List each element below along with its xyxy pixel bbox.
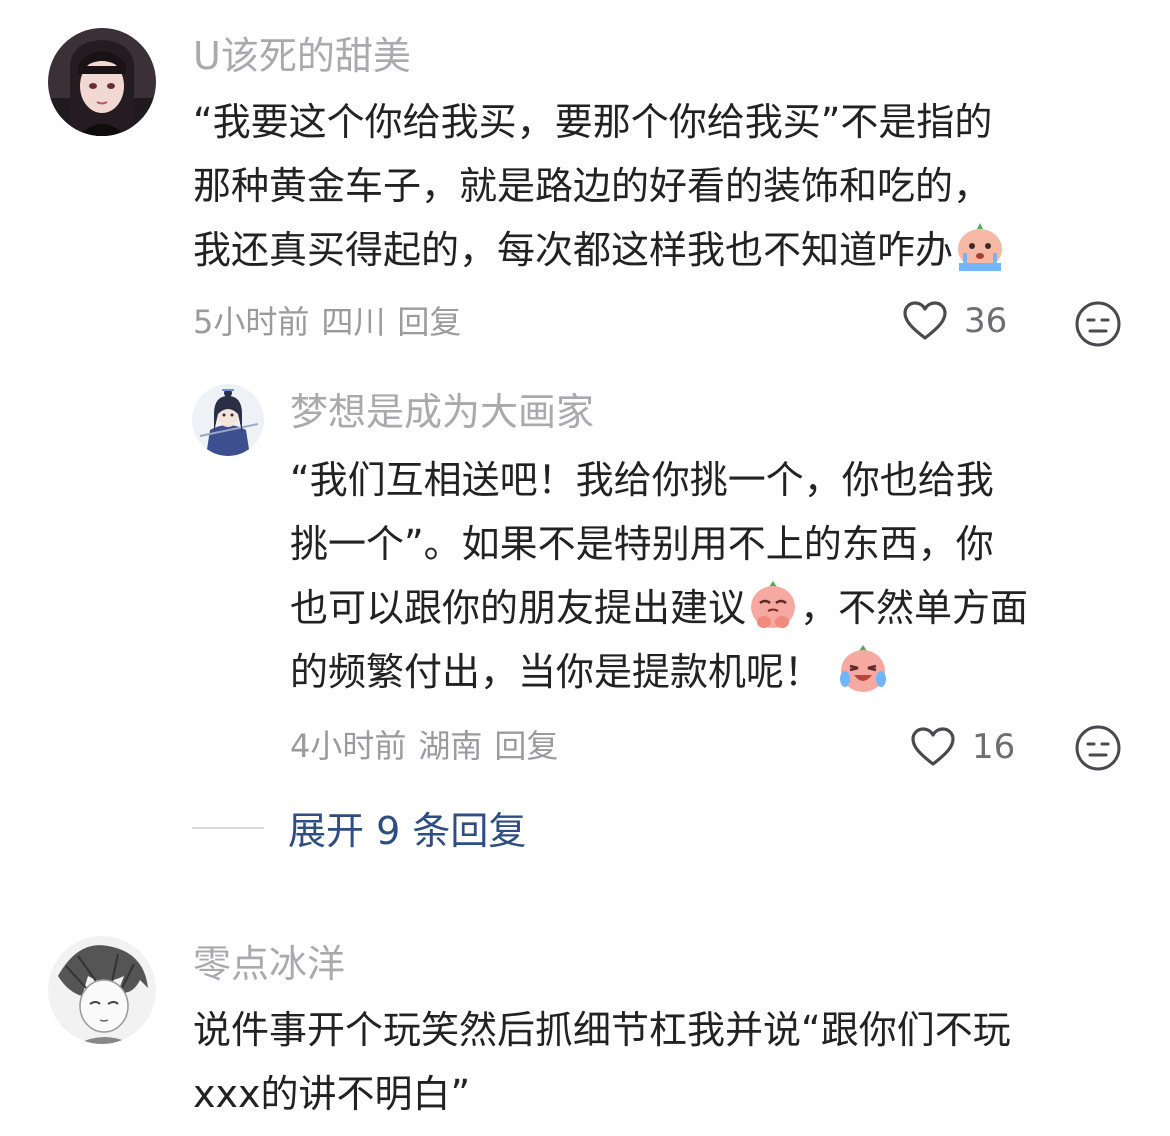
comment-line: 也可以跟你的朋友提出建议 ，不然单方面 (290, 576, 1028, 640)
username[interactable]: U该死的甜美 (193, 34, 411, 78)
comment-meta: 5小时前 四川 回复 (193, 302, 473, 342)
comment-line: 的频繁付出，当你是提款机呢！ (290, 640, 1028, 704)
comment-line: 那种黄金车子，就是路边的好看的装饰和吃的， (193, 164, 992, 208)
dislike-button[interactable] (1074, 300, 1122, 352)
comment-line-text: 也可以跟你的朋友提出建议 (290, 586, 747, 630)
location: 四川 (321, 303, 386, 341)
pleading-emoji-icon (751, 581, 796, 628)
comment-line: “我们互相送吧！我给你挑一个，你也给我 (290, 458, 994, 502)
expand-divider (192, 826, 264, 829)
comment-text: 说件事开个玩笑然后抓细节杠我并说“跟你们不玩 xxx的讲不明白” (193, 998, 1011, 1126)
avatar-image (48, 936, 156, 1044)
heart-outline-icon (911, 727, 955, 766)
timestamp: 5小时前 (193, 303, 310, 341)
comment-line: xxx的讲不明白” (193, 1072, 471, 1116)
expand-replies-row[interactable]: 展开 9 条回复 (192, 800, 526, 855)
neutral-face-icon (1075, 301, 1121, 347)
avatar[interactable] (48, 28, 156, 136)
heart-outline-icon (903, 301, 947, 340)
comment-line: 挑一个”。如果不是特别用不上的东西，你 (290, 522, 994, 566)
avatar-image (192, 384, 264, 456)
neutral-face-icon (1075, 725, 1121, 771)
like-count: 36 (964, 301, 1008, 341)
avatar[interactable] (192, 384, 264, 456)
comment-text: “我们互相送吧！我给你挑一个，你也给我 挑一个”。如果不是特别用不上的东西，你 … (290, 448, 1028, 704)
comment-line: 我还真买得起的，每次都这样我也不知道咋办 (193, 218, 1007, 282)
expand-replies-button[interactable]: 展开 9 条回复 (288, 800, 526, 855)
avatar[interactable] (48, 936, 156, 1044)
crying-emoji-icon (958, 223, 1003, 271)
laugh-cry-emoji-icon (840, 645, 887, 692)
comment-text: “我要这个你给我买，要那个你给我买”不是指的 那种黄金车子，就是路边的好看的装饰… (193, 90, 1007, 282)
timestamp: 4小时前 (290, 727, 407, 765)
comment-line-text: 我还真买得起的，每次都这样我也不知道咋办 (193, 228, 954, 272)
username[interactable]: 零点冰洋 (193, 942, 345, 986)
avatar-image (48, 28, 156, 136)
like-count: 16 (972, 727, 1016, 767)
reply-button[interactable]: 回复 (494, 727, 558, 765)
comment-line-text: ，不然单方面 (800, 586, 1029, 630)
comment-meta: 4小时前 湖南 回复 (290, 726, 570, 766)
like-button[interactable]: 16 (910, 726, 1015, 768)
location: 湖南 (418, 727, 483, 765)
comment-line: “我要这个你给我买，要那个你给我买”不是指的 (193, 100, 993, 144)
username[interactable]: 梦想是成为大画家 (290, 390, 594, 434)
comment-line-text: 的频繁付出，当你是提款机呢！ (290, 650, 823, 694)
like-button[interactable]: 36 (902, 300, 1007, 342)
comment-line: 说件事开个玩笑然后抓细节杠我并说“跟你们不玩 (193, 1008, 1011, 1052)
reply-button[interactable]: 回复 (397, 303, 461, 341)
dislike-button[interactable] (1074, 724, 1122, 776)
